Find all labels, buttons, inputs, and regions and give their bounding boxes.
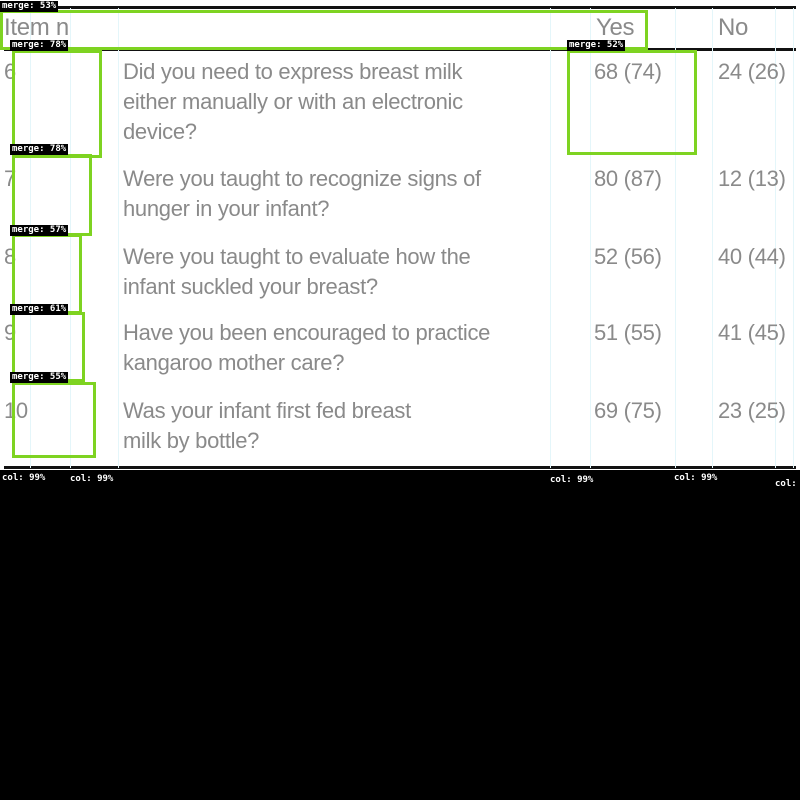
merge-tag: merge: 52%	[567, 40, 626, 51]
merge-tag: merge: 61%	[10, 304, 69, 315]
col-tag: col:	[773, 479, 799, 490]
row-yes-value: 80 (87)	[594, 166, 662, 191]
row-no-value: 23 (25)	[718, 398, 786, 423]
col-tag: col: 99%	[68, 474, 116, 485]
merge-tag: merge: 78%	[10, 40, 69, 51]
row-question: Have you been encouraged to practice kan…	[123, 320, 491, 375]
merge-box	[12, 382, 96, 458]
column-guide	[793, 8, 794, 468]
row-question: Were you taught to evaluate how the infa…	[123, 244, 471, 299]
merge-tag: merge: 57%	[10, 225, 69, 236]
col-tag: col: 99%	[0, 473, 48, 484]
merge-box	[12, 50, 102, 158]
top-rule	[4, 6, 796, 9]
row-yes-value: 52 (56)	[594, 244, 662, 269]
merge-tag: merge: 78%	[10, 144, 69, 155]
row-question: Were you taught to recognize signs of hu…	[123, 166, 481, 221]
row-yes-value: 51 (55)	[594, 320, 662, 345]
merge-tag: merge: 55%	[10, 372, 69, 383]
row-question: Was your infant first fed breast milk by…	[123, 398, 411, 453]
merge-box	[0, 10, 648, 50]
row-question: Did you need to express breast milk eith…	[123, 59, 463, 144]
row-no-value: 40 (44)	[718, 244, 786, 269]
merge-tag: merge: 53%	[0, 1, 59, 12]
merge-box	[567, 50, 697, 155]
column-guide	[550, 8, 551, 468]
column-guide	[712, 8, 713, 468]
col-tag: col: 99%	[548, 475, 596, 486]
row-no-value: 24 (26)	[718, 59, 786, 84]
row-no-value: 41 (45)	[718, 320, 786, 345]
header-no: No	[718, 14, 749, 41]
merge-box	[12, 154, 92, 236]
row-no-value: 12 (13)	[718, 166, 786, 191]
col-tag: col: 99%	[672, 473, 720, 484]
row-yes-value: 69 (75)	[594, 398, 662, 423]
merge-box	[12, 234, 82, 314]
bottom-rule	[4, 466, 796, 469]
column-guide	[118, 8, 119, 468]
